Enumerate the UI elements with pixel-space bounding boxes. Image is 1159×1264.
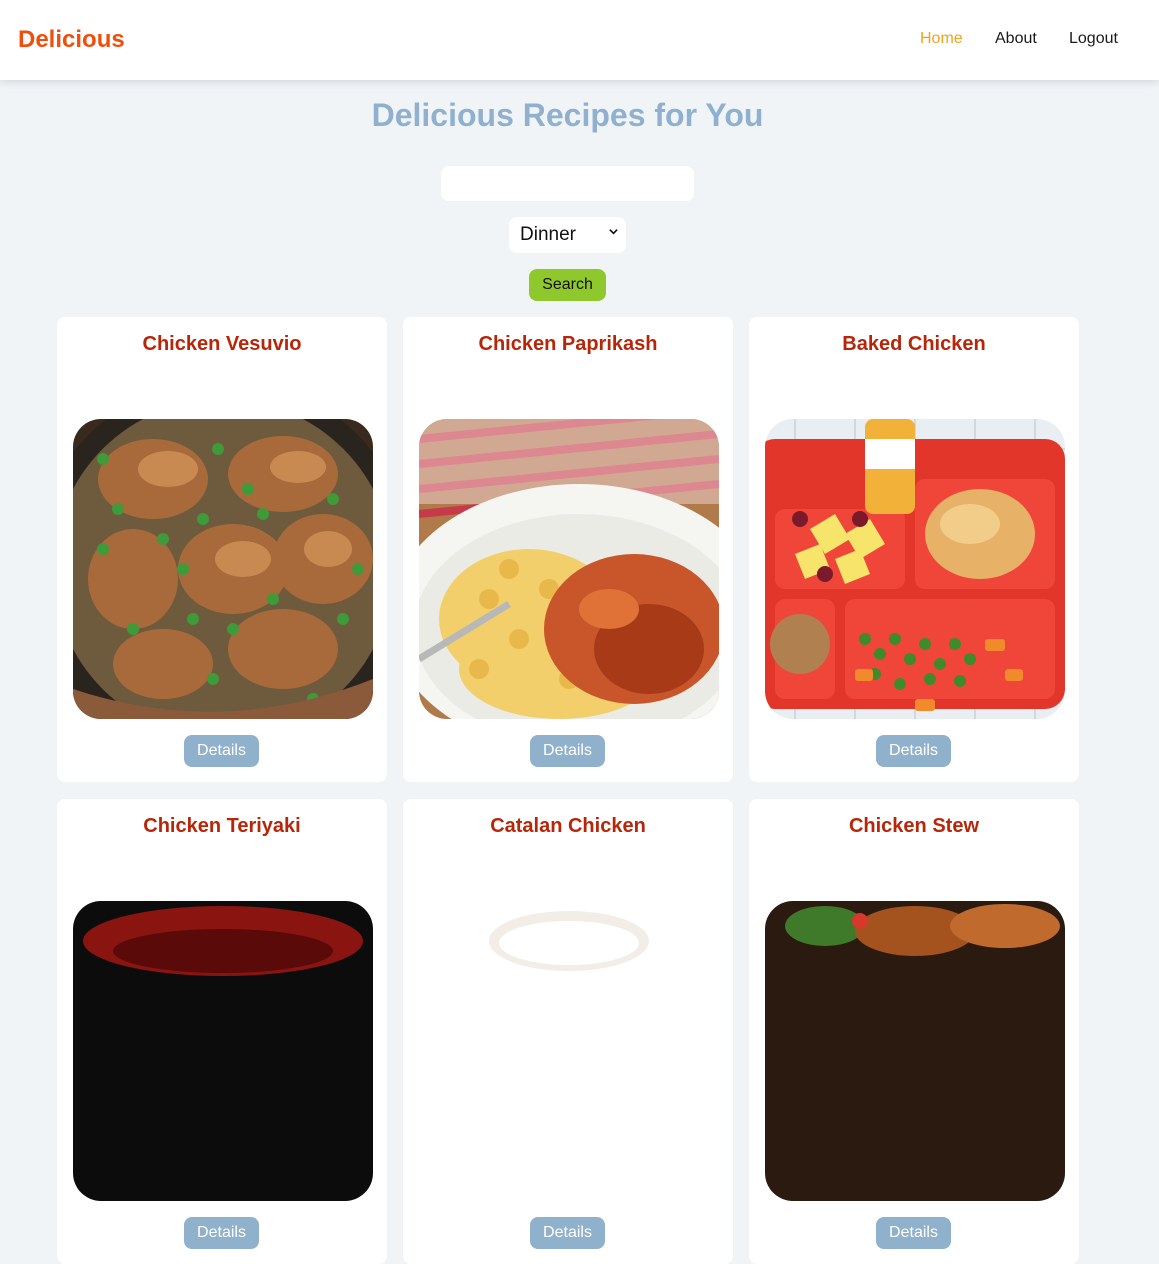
recipe-image bbox=[73, 901, 373, 1201]
recipe-title: Chicken Vesuvio bbox=[142, 333, 302, 355]
details-button[interactable]: Details bbox=[184, 735, 259, 767]
recipe-title: Baked Chicken bbox=[842, 333, 986, 355]
details-button[interactable]: Details bbox=[876, 735, 951, 767]
recipe-card: Chicken Vesuvio Details bbox=[57, 317, 387, 782]
recipe-title: Catalan Chicken bbox=[490, 815, 646, 837]
recipe-image bbox=[73, 419, 373, 719]
recipe-image bbox=[765, 419, 1065, 719]
recipe-card: Chicken Teriyaki Details bbox=[57, 799, 387, 1264]
recipe-image bbox=[419, 901, 719, 1201]
nav-link-home[interactable]: Home bbox=[920, 30, 963, 48]
details-button[interactable]: Details bbox=[530, 1217, 605, 1249]
recipe-title: Chicken Stew bbox=[848, 815, 980, 837]
recipe-card: Chicken Paprikash Details bbox=[403, 317, 733, 782]
details-button[interactable]: Details bbox=[184, 1217, 259, 1249]
search-input[interactable] bbox=[441, 166, 694, 201]
recipe-image bbox=[765, 901, 1065, 1201]
category-select-value: Dinner bbox=[520, 224, 576, 245]
chevron-down-icon bbox=[609, 229, 618, 235]
category-select[interactable]: Dinner bbox=[509, 217, 626, 253]
recipe-card: Catalan Chicken Details bbox=[403, 799, 733, 1264]
recipe-image bbox=[419, 419, 719, 719]
nav-link-logout[interactable]: Logout bbox=[1069, 30, 1118, 48]
recipe-card: Baked Chicken Details bbox=[749, 317, 1079, 782]
recipe-card: Chicken Stew Details bbox=[749, 799, 1079, 1264]
recipe-title: Chicken Paprikash bbox=[478, 333, 658, 355]
nav-link-about[interactable]: About bbox=[995, 30, 1037, 48]
details-button[interactable]: Details bbox=[530, 735, 605, 767]
details-button[interactable]: Details bbox=[876, 1217, 951, 1249]
search-button[interactable]: Search bbox=[529, 269, 606, 301]
brand-logo[interactable]: Delicious bbox=[18, 26, 125, 54]
navbar: Delicious Home About Logout bbox=[0, 0, 1159, 80]
page-title: Delicious Recipes for You bbox=[371, 97, 764, 133]
recipe-title: Chicken Teriyaki bbox=[143, 815, 301, 837]
